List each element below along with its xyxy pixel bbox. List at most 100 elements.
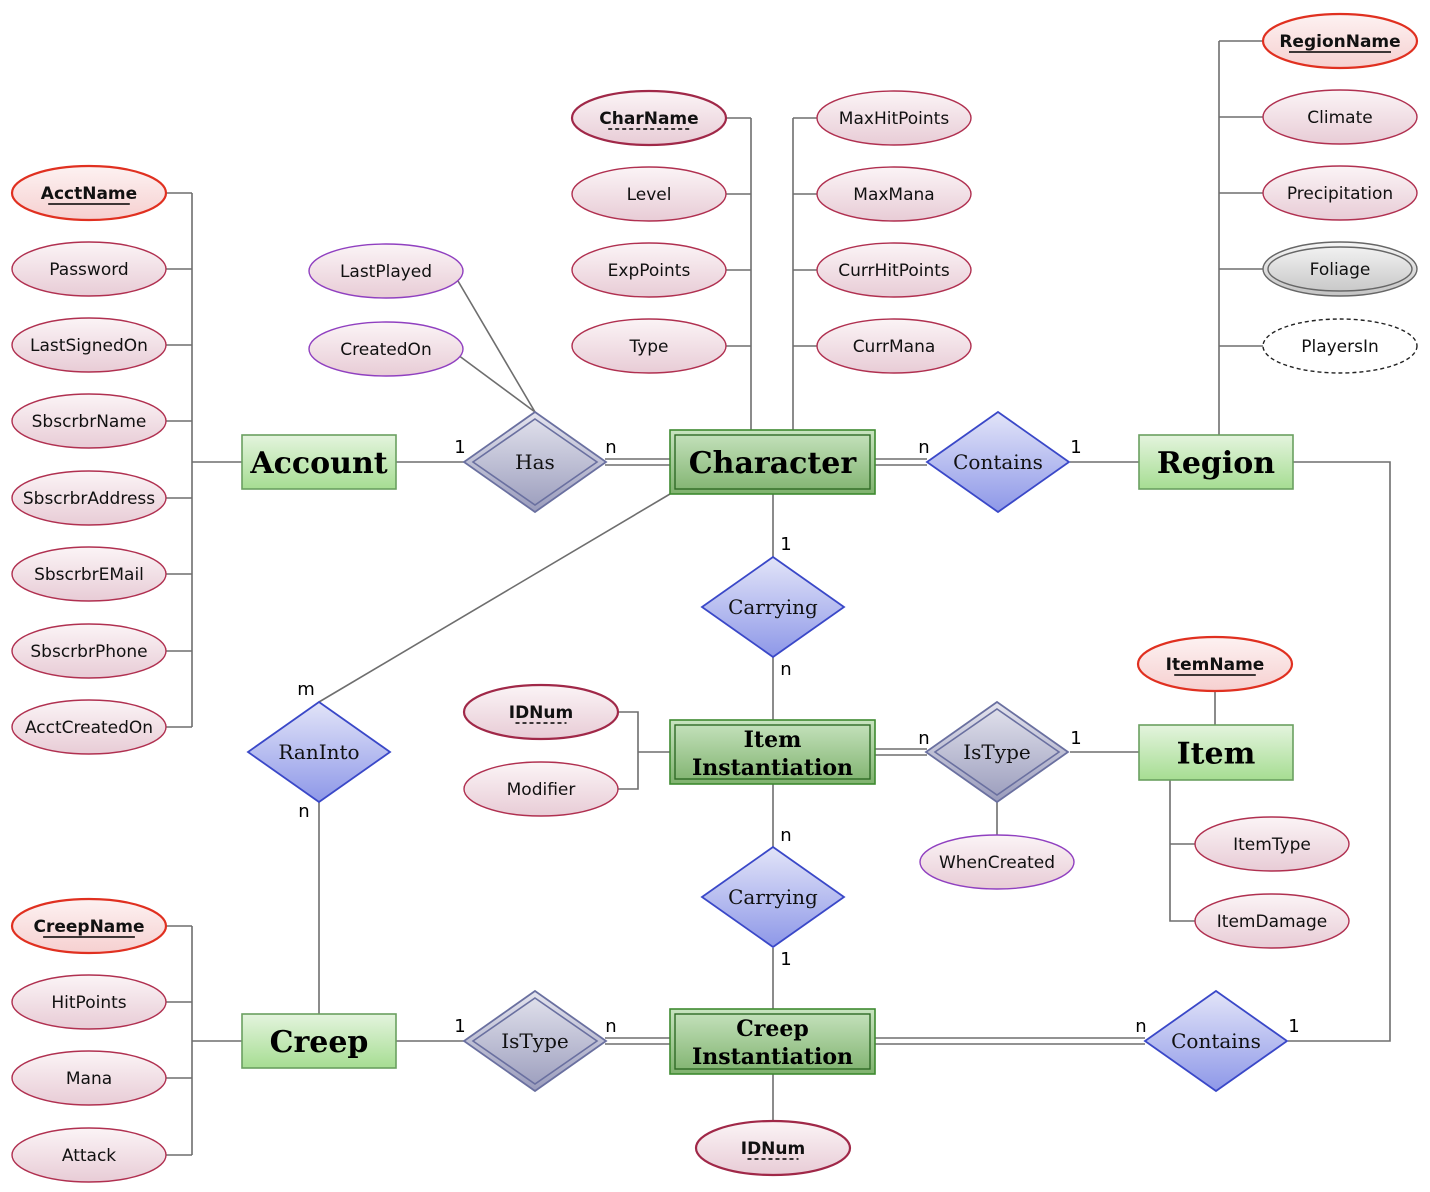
attribute-password: Password: [11, 241, 167, 297]
attribute-label: Climate: [1307, 108, 1372, 128]
attribute-label: Level: [627, 185, 672, 205]
attribute-label: ExpPoints: [608, 261, 691, 281]
connector-line: [457, 280, 536, 413]
attribute-label: ItemDamage: [1217, 912, 1327, 932]
cardinality-contains2-region: 1: [1288, 1016, 1299, 1037]
attribute-attack: Attack: [11, 1127, 167, 1183]
relationship-carrying1: Carrying: [700, 555, 846, 659]
entity-label: Region: [1157, 446, 1275, 481]
attribute-playersin: PlayersIn: [1262, 318, 1418, 374]
cardinality-carrying2-creepinst: 1: [780, 949, 791, 970]
relationship-istype1: IsType: [924, 700, 1070, 804]
attribute-label: SbscrbrPhone: [30, 642, 147, 662]
attribute-label: Precipitation: [1287, 184, 1393, 204]
attribute-climate: Climate: [1262, 89, 1418, 145]
cardinality-raninto-character: m: [297, 679, 315, 700]
attribute-exppoints: ExpPoints: [571, 242, 727, 298]
attribute-maxmana: MaxMana: [816, 166, 972, 222]
entity-label: Item: [1177, 737, 1256, 772]
attribute-acctname: AcctName: [10, 164, 168, 222]
attribute-label: SbscrbrEMail: [34, 565, 144, 585]
relationship-label: Contains: [953, 450, 1043, 474]
attribute-label: RegionName: [1279, 32, 1400, 52]
connector-line: [318, 493, 671, 703]
cardinality-contains1-character: n: [918, 437, 929, 458]
attribute-itemname: ItemName: [1136, 635, 1294, 693]
attribute-itemdamage: ItemDamage: [1194, 893, 1350, 949]
attribute-label: Type: [628, 337, 668, 357]
entity-label: Instantiation: [692, 1044, 853, 1070]
connector-line: [457, 354, 536, 413]
attribute-type: Type: [571, 318, 727, 374]
attribute-acctcreatedon: AcctCreatedOn: [11, 699, 167, 755]
relationship-label: Contains: [1171, 1029, 1261, 1053]
relationship-contains1: Contains: [925, 410, 1071, 514]
attribute-currhitpoints: CurrHitPoints: [816, 242, 972, 298]
attribute-label: CurrHitPoints: [838, 261, 950, 281]
cardinality-contains2-creepinst: n: [1135, 1016, 1146, 1037]
attribute-label: Password: [49, 260, 128, 280]
attribute-lastplayed: LastPlayed: [308, 243, 464, 299]
relationship-carrying2: Carrying: [700, 845, 846, 949]
attribute-label: CreepName: [33, 917, 144, 937]
relationship-has: Has: [462, 410, 608, 514]
entity-label: Creep: [270, 1025, 369, 1060]
entity-label: Character: [689, 446, 858, 481]
relationship-label: RanInto: [278, 740, 359, 764]
attribute-foliage: Foliage: [1262, 241, 1418, 297]
attribute-label: CharName: [599, 109, 698, 129]
entity-account: Account: [241, 434, 397, 490]
cardinality-carrying1-character: 1: [780, 534, 791, 555]
cardinality-has-character: n: [605, 437, 616, 458]
attribute-lastsignedon: LastSignedOn: [11, 317, 167, 373]
attribute-label: IDNum: [741, 1139, 805, 1159]
connector-line: [618, 711, 639, 790]
attribute-whencreated: WhenCreated: [919, 834, 1075, 890]
attribute-regionname: RegionName: [1261, 12, 1419, 70]
entity-item: Item: [1138, 724, 1294, 781]
attribute-label: HitPoints: [51, 993, 126, 1013]
relationship-label: Carrying: [728, 595, 818, 619]
attribute-sbscrbrname: SbscrbrName: [11, 393, 167, 449]
attribute-idnum1: IDNum: [462, 683, 620, 741]
entity-label: Item: [744, 727, 802, 753]
attribute-label: LastPlayed: [340, 262, 432, 282]
er-diagram: Account Character RegionItemInstantiation I…: [10, 12, 1419, 1183]
cardinality-carrying2-iteminst: n: [780, 825, 791, 846]
cardinality-raninto-creep: n: [298, 801, 309, 822]
attribute-label: SbscrbrName: [32, 412, 147, 432]
attribute-currmana: CurrMana: [816, 318, 972, 374]
attribute-label: MaxMana: [853, 185, 934, 205]
entity-iteminst: ItemInstantiation: [669, 719, 876, 785]
cardinality-istype1-item: 1: [1070, 728, 1081, 749]
attribute-sbscrbremail: SbscrbrEMail: [11, 546, 167, 602]
entity-label: Account: [249, 446, 387, 481]
cardinality-has-account: 1: [454, 437, 465, 458]
relationship-raninto: RanInto: [246, 700, 392, 804]
cardinality-istype1-iteminst: n: [918, 728, 929, 749]
attribute-mana: Mana: [11, 1050, 167, 1106]
entity-label: Instantiation: [692, 755, 853, 781]
attribute-label: LastSignedOn: [30, 336, 148, 356]
relationship-label: Has: [515, 450, 555, 474]
attribute-sbscrbrphone: SbscrbrPhone: [11, 623, 167, 679]
relationship-label: Carrying: [728, 885, 818, 909]
entity-creep: Creep: [241, 1013, 397, 1069]
attribute-label: PlayersIn: [1301, 337, 1379, 357]
attribute-label: AcctCreatedOn: [25, 718, 153, 738]
attribute-level: Level: [571, 166, 727, 222]
attribute-label: CurrMana: [853, 337, 936, 357]
relationship-istype2: IsType: [462, 989, 608, 1093]
attribute-sbscrbraddress: SbscrbrAddress: [11, 470, 167, 526]
attribute-modifier: Modifier: [463, 761, 619, 817]
cardinality-carrying1-iteminst: n: [780, 659, 791, 680]
entity-creepinst: CreepInstantiation: [669, 1008, 876, 1075]
attribute-label: IDNum: [509, 703, 573, 723]
attribute-idnum2: IDNum: [694, 1119, 852, 1177]
cardinality-contains1-region: 1: [1070, 437, 1081, 458]
attribute-label: SbscrbrAddress: [23, 489, 155, 509]
attribute-label: Attack: [62, 1146, 116, 1166]
entity-region: Region: [1138, 434, 1294, 490]
cardinality-istype2-creep: 1: [454, 1016, 465, 1037]
attribute-label: AcctName: [41, 184, 137, 204]
